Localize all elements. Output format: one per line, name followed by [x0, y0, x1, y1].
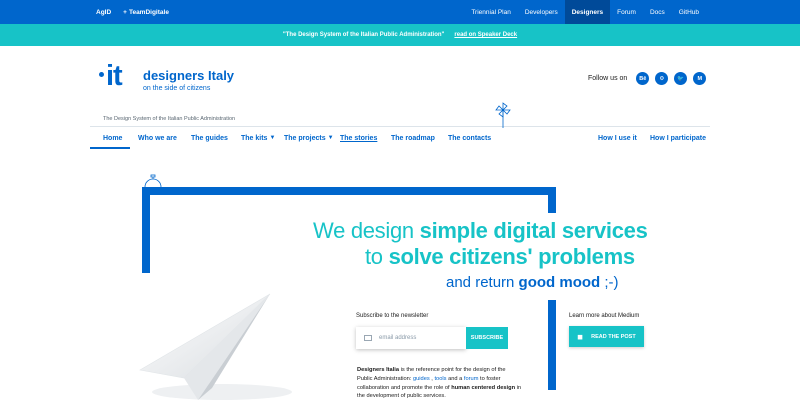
hero-line-1-a: We design — [313, 218, 420, 243]
nav-item-the-stories[interactable]: The stories — [340, 128, 377, 148]
hero-frame-top — [142, 187, 556, 195]
agid-link[interactable]: AgID — [96, 9, 111, 16]
hero-line-3-b: good mood — [518, 274, 601, 291]
nav-item-how-i-participate[interactable]: How I participate — [650, 128, 706, 148]
chevron-down-icon: ▼ — [269, 135, 276, 141]
newsletter-label: Subscribe to the newsletter — [356, 313, 429, 319]
tools-link[interactable]: tools — [434, 376, 446, 382]
main-nav: Home Who we are The guides The kits ▼ The… — [90, 128, 710, 149]
read-the-post-button[interactable]: ◼ READ THE POST — [569, 326, 644, 347]
nav-item-the-guides[interactable]: The guides — [191, 128, 228, 148]
hero-line-2-b: solve citizens' problems — [388, 244, 636, 269]
mail-icon — [364, 335, 372, 341]
medium-label: Learn more about Medium — [569, 313, 640, 319]
teamdigitale-label: TeamDigitale — [128, 8, 169, 16]
topbar-left: AgID + TeamDigitale — [96, 0, 169, 24]
announcement-link[interactable]: read on Speaker Deck — [454, 32, 517, 38]
announcement-text: "The Design System of the Italian Public… — [282, 32, 445, 38]
hero-line-1: We design simple digital services — [313, 218, 648, 244]
twitter-icon[interactable]: 🐦 — [674, 72, 688, 85]
topbar-link-forum[interactable]: Forum — [610, 0, 643, 24]
logo-dot — [99, 72, 104, 77]
logo-mark[interactable]: it — [106, 62, 123, 91]
medium-icon[interactable]: M — [693, 72, 707, 85]
hero-line-2: to solve citizens' problems — [365, 244, 635, 270]
forum-link[interactable]: forum — [464, 376, 479, 382]
about-brand: Designers Italia — [357, 367, 400, 373]
behance-icon[interactable]: Bē — [636, 72, 650, 85]
topbar-link-triennial-plan[interactable]: Triennial Plan — [464, 0, 518, 24]
nav-item-home[interactable]: Home — [103, 128, 122, 148]
nav-item-who-we-are[interactable]: Who we are — [138, 128, 177, 148]
about-text-3: and a — [446, 375, 464, 382]
email-input[interactable]: email address — [356, 327, 466, 349]
tagline: The Design System of the Italian Public … — [103, 116, 236, 122]
nav-item-how-i-use-it[interactable]: How I use it — [598, 128, 637, 148]
hero-line-1-b: simple digital services — [419, 218, 648, 243]
header-divider — [90, 126, 710, 127]
nav-item-the-kits-label: The kits — [241, 134, 268, 142]
follow-us: Follow us on Bē ⚙ 🐦 M — [588, 72, 707, 85]
guides-link[interactable]: guides — [413, 376, 430, 382]
nav-active-indicator — [90, 147, 130, 149]
topbar-link-developers[interactable]: Developers — [518, 0, 565, 24]
nav-item-the-kits[interactable]: The kits ▼ — [241, 128, 275, 148]
subscribe-button[interactable]: SUBSCRIBE — [466, 327, 508, 349]
about-paragraph: Designers Italia is the reference point … — [357, 366, 522, 400]
nav-item-the-roadmap[interactable]: The roadmap — [391, 128, 435, 148]
brand-subtitle: on the side of citizens — [143, 85, 211, 92]
medium-logo-icon: ◼ — [577, 333, 584, 341]
hero-frame-left — [142, 187, 150, 273]
brand-title[interactable]: designers Italy — [143, 68, 234, 83]
hero-frame-right-lower — [548, 300, 556, 390]
hero-line-3: and return good mood ;-) — [446, 274, 619, 291]
github-icon[interactable]: ⚙ — [655, 72, 669, 85]
pinwheel-icon — [495, 102, 511, 128]
top-bar: AgID + TeamDigitale Triennial Plan Develo… — [0, 0, 800, 24]
topbar-link-docs[interactable]: Docs — [643, 0, 672, 24]
topbar-nav: Triennial Plan Developers Designers Foru… — [464, 0, 706, 24]
hero-line-3-a: and return — [446, 274, 519, 291]
email-placeholder: email address — [379, 335, 417, 341]
topbar-link-designers[interactable]: Designers — [564, 0, 611, 24]
read-the-post-label: READ THE POST — [591, 333, 636, 340]
hero-line-2-a: to — [365, 244, 389, 269]
hero-frame-right — [548, 187, 556, 213]
nav-item-the-projects-label: The projects — [284, 134, 326, 142]
nav-item-the-projects[interactable]: The projects ▼ — [284, 128, 334, 148]
teamdigitale-link[interactable]: + TeamDigitale — [123, 9, 169, 16]
hero-line-3-c: ;-) — [600, 274, 619, 291]
about-hcd: human centered design — [451, 384, 516, 391]
chevron-down-icon: ▼ — [327, 135, 334, 141]
plus-icon: + — [123, 8, 127, 16]
announcement-bar: "The Design System of the Italian Public… — [0, 24, 800, 46]
follow-label: Follow us on — [588, 75, 628, 82]
topbar-link-github[interactable]: GitHub — [672, 0, 706, 24]
paper-plane-illustration — [139, 293, 292, 400]
nav-item-the-contacts[interactable]: The contacts — [448, 128, 491, 148]
